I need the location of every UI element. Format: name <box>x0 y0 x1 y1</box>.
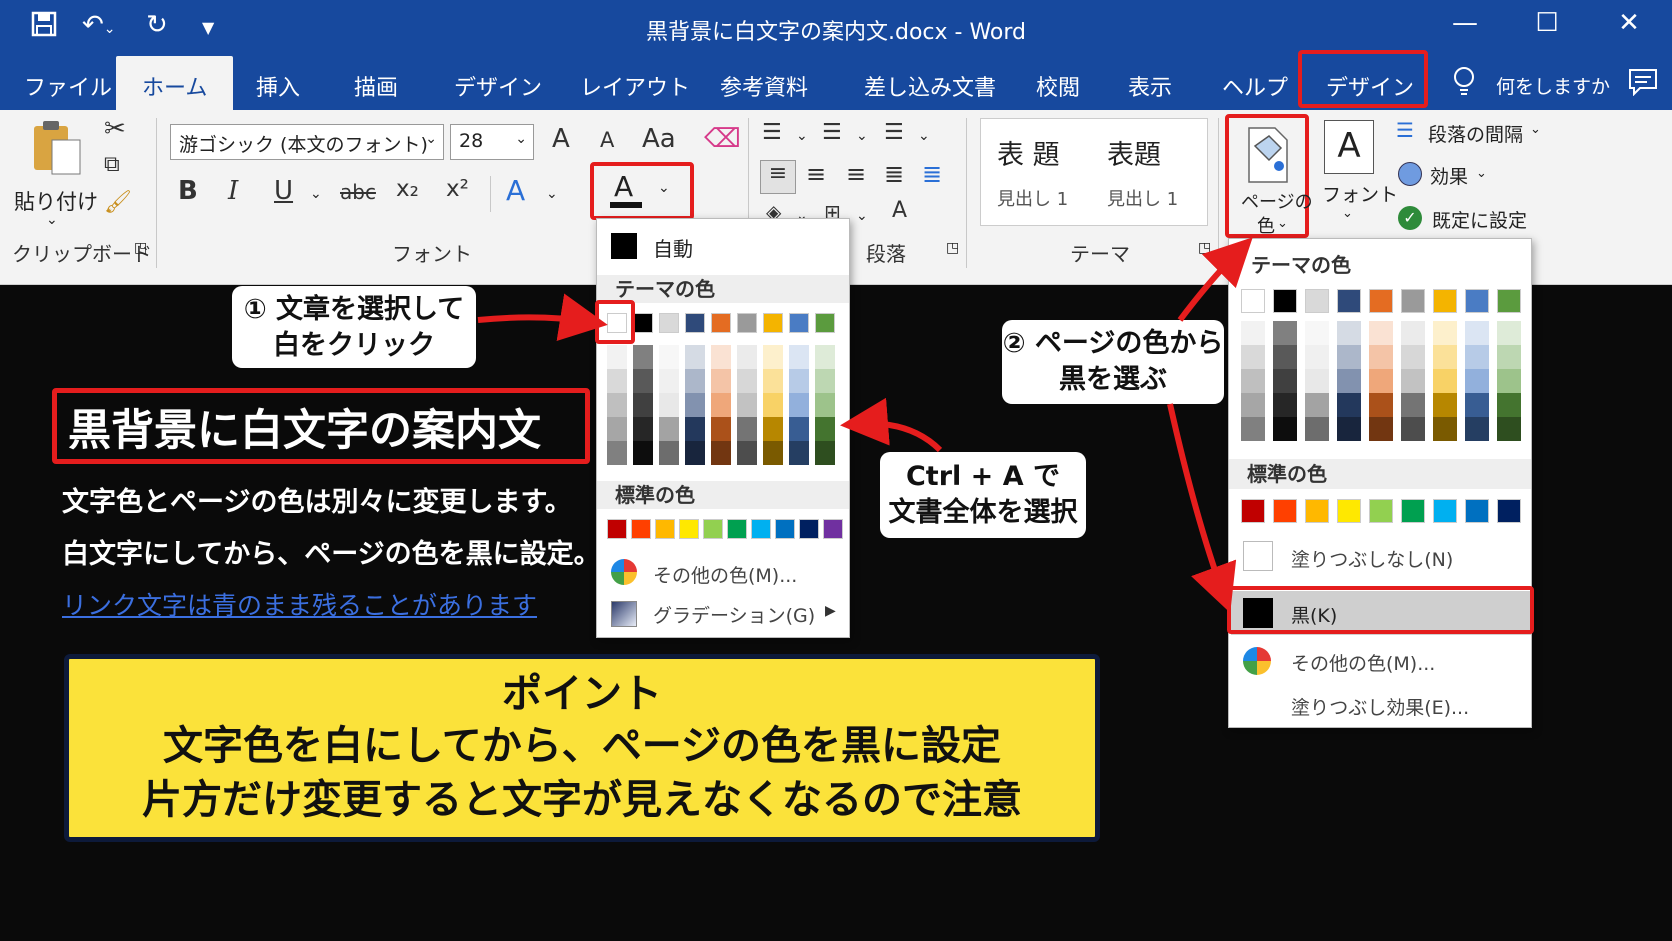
arrow-to-white-swatch <box>477 293 608 341</box>
arrow-to-page-color <box>1177 237 1253 322</box>
arrow-to-black <box>1167 403 1237 613</box>
arrow-to-document <box>840 397 943 453</box>
annotation-arrows <box>477 237 1253 613</box>
